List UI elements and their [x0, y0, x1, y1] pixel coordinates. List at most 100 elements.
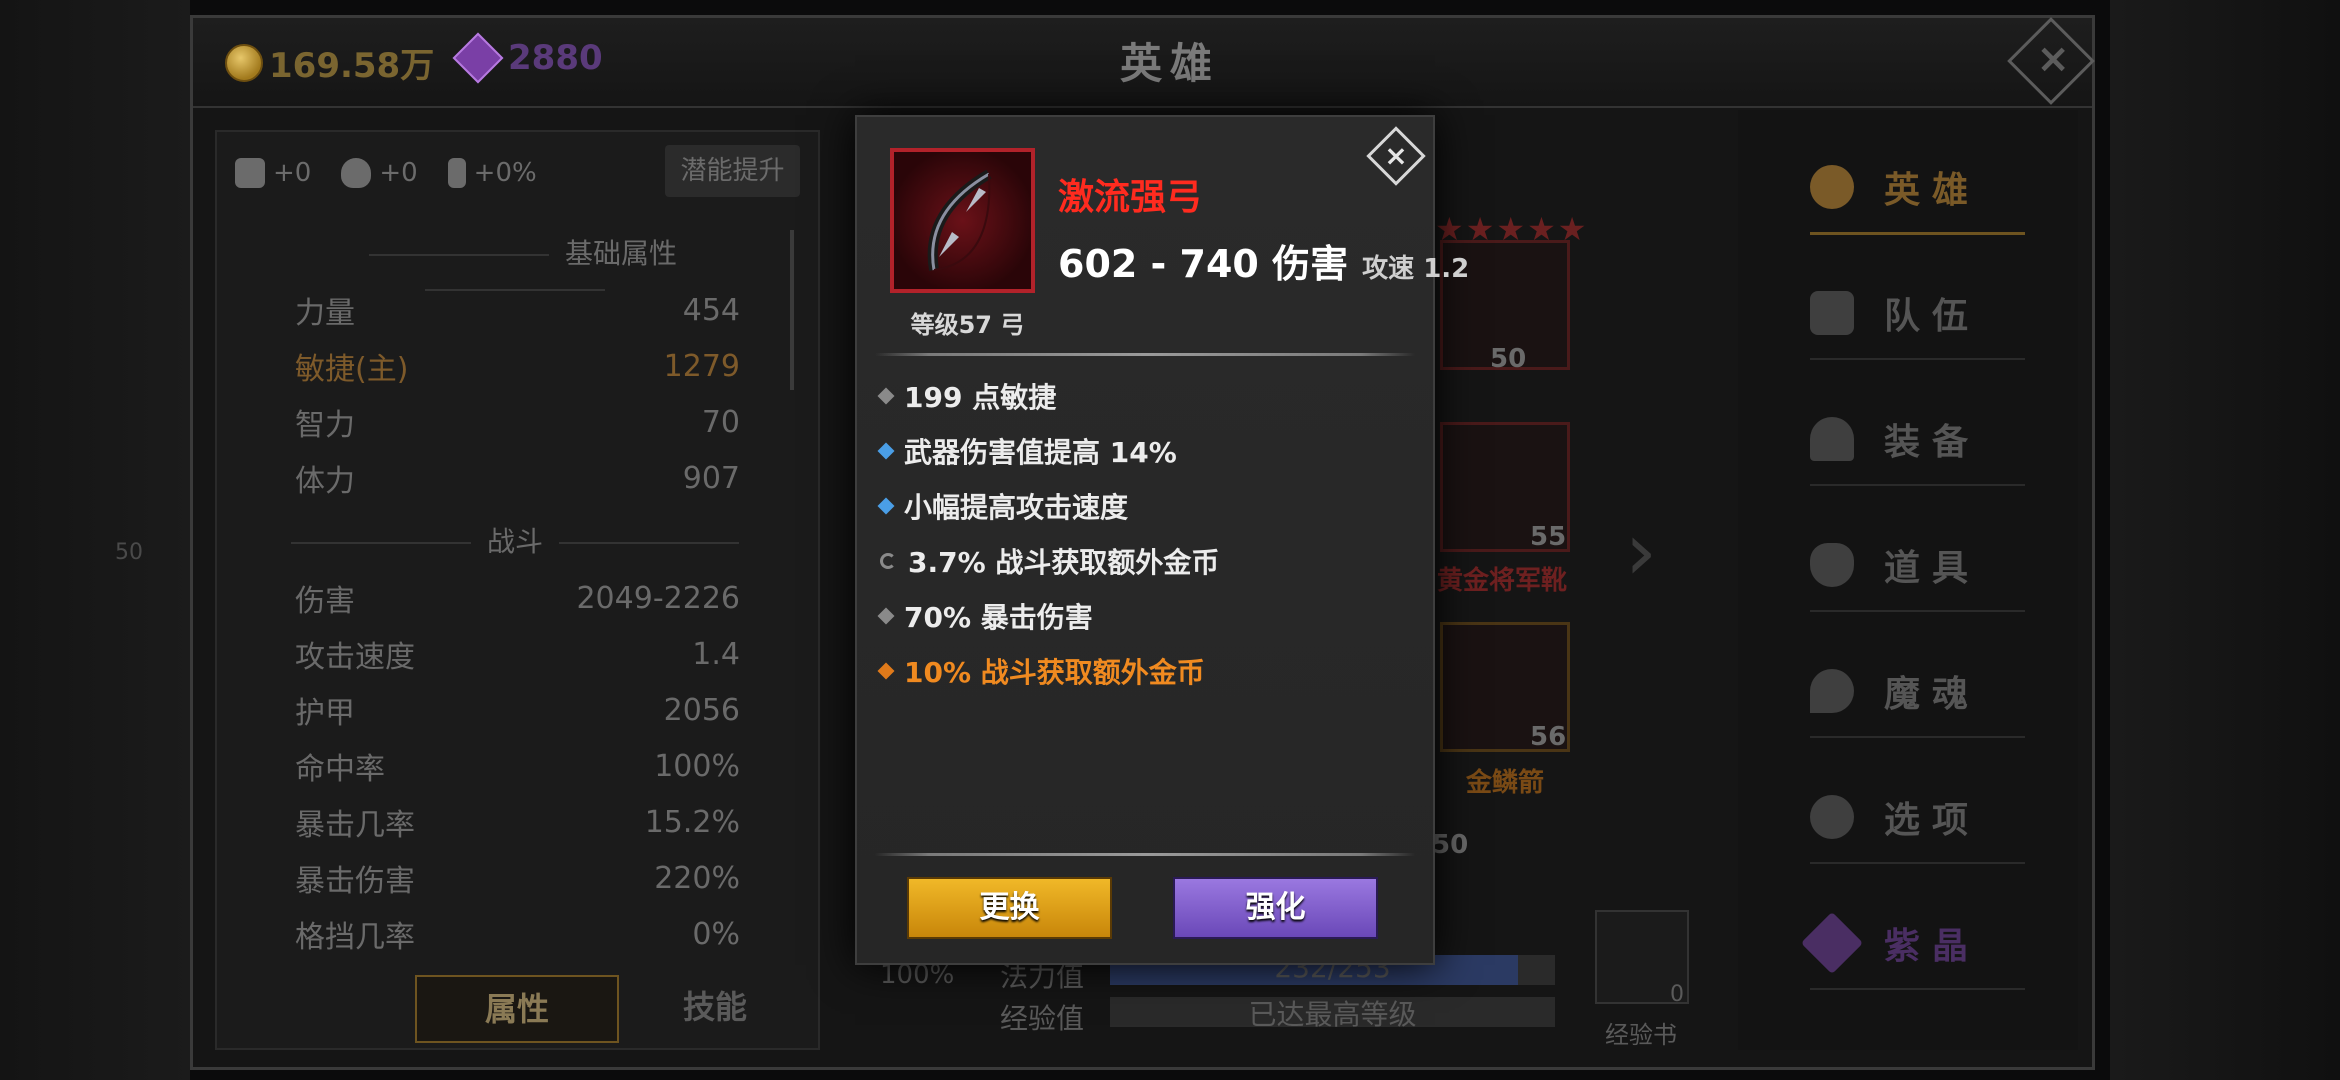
gold-value: 169.58万 — [269, 46, 435, 86]
close-icon: × — [2036, 35, 2070, 82]
stat-row-block-chance: 格挡几率 0% — [295, 906, 740, 962]
stat-value: 454 — [682, 292, 740, 328]
item-damage: 602 - 740 伤害 — [1058, 242, 1349, 286]
nav-label: 选项 — [1884, 800, 1981, 841]
flame-icon — [1810, 669, 1854, 713]
nav-item-souls[interactable]: 魔魂 — [1810, 646, 2025, 738]
stat-row-stamina: 体力 907 — [295, 450, 740, 506]
nav-label: 紫晶 — [1884, 926, 1981, 967]
heart-icon — [341, 158, 372, 188]
enhance-button[interactable]: 强化 — [1173, 877, 1378, 939]
gold-counter: 169.58万 — [225, 38, 434, 87]
potential-upgrade-button[interactable]: 潜能提升 — [665, 145, 800, 197]
stat-row-armor: 护甲 2056 — [295, 682, 740, 738]
stat-label: 智力 — [295, 408, 355, 443]
potential-value: +0 — [379, 158, 418, 188]
stat-value: 15.2% — [644, 804, 740, 840]
orange-diamond-icon — [877, 662, 895, 680]
flag-icon — [1810, 291, 1854, 335]
nav-label: 装备 — [1884, 422, 1981, 463]
gem-counter: 2880 — [452, 32, 603, 84]
stat-row-intelligence: 智力 70 — [295, 394, 740, 450]
nav-item-options[interactable]: 选项 — [1810, 772, 2025, 864]
combat-header: 战斗 — [265, 520, 765, 560]
item-level: 等级57 弓 — [910, 311, 1025, 339]
stat-label: 护甲 — [295, 696, 355, 731]
potential-row: +0 +0 +0% — [235, 145, 537, 201]
helmet-icon — [1810, 417, 1854, 461]
blue-diamond-icon — [877, 497, 895, 515]
slot-level: 55 — [1530, 522, 1567, 552]
stat-row-strength: 力量 454 — [295, 282, 740, 338]
scene-right — [2110, 0, 2340, 1080]
stat-label: 敏捷(主) — [295, 352, 409, 387]
tab-skills[interactable]: 技能 — [660, 975, 770, 1039]
item-attribute: 武器伤害值提高 14% — [877, 431, 1177, 471]
nav-item-amethyst[interactable]: 紫晶 — [1800, 898, 2025, 990]
attribute-text: 武器伤害值提高 14% — [904, 436, 1177, 469]
bag-icon — [1810, 543, 1854, 587]
stat-label: 攻击速度 — [295, 640, 415, 675]
stat-label: 暴击伤害 — [295, 864, 415, 899]
item-speed: 攻速 1.2 — [1362, 248, 1469, 285]
nav-label: 队伍 — [1884, 296, 1981, 337]
partial-number: 50 — [1432, 830, 1469, 860]
stat-label: 格挡几率 — [295, 920, 415, 955]
nav-item-team[interactable]: 队伍 — [1810, 268, 2025, 360]
strength-arm-icon — [235, 158, 265, 188]
stat-label: 力量 — [295, 296, 355, 331]
next-arrow-icon[interactable]: › — [1625, 505, 1657, 598]
potential-strength: +0 — [235, 158, 311, 188]
stat-label: 暴击几率 — [295, 808, 415, 843]
exp-value: 已达最高等级 — [1248, 998, 1417, 1031]
potential-value: +0% — [473, 158, 537, 188]
bow-item-icon — [890, 148, 1035, 293]
nav-item-equipment[interactable]: 装备 — [1810, 394, 2025, 486]
tab-attributes[interactable]: 属性 — [415, 975, 619, 1043]
bow-icon — [927, 169, 992, 271]
item-attribute-legendary: 10% 战斗获取额外金币 — [877, 651, 1205, 691]
item-damage-row: 602 - 740 伤害 攻速 1.2 — [1058, 233, 1469, 288]
slot-name: 金鳞箭 — [1466, 768, 1545, 798]
cycle-icon — [880, 553, 896, 569]
stat-value: 907 — [682, 460, 740, 496]
page-title: 英雄 — [1119, 39, 1220, 88]
divider — [875, 853, 1415, 856]
stat-value: 2049-2226 — [576, 580, 740, 616]
nav-label: 英雄 — [1884, 170, 1981, 211]
scene-level: 50 — [115, 540, 143, 565]
stat-label: 体力 — [295, 464, 355, 499]
potential-speed: +0% — [447, 158, 537, 188]
divider — [875, 353, 1415, 356]
crystal-icon — [1800, 911, 1864, 975]
nav-item-heroes[interactable]: 英雄 — [1810, 142, 2025, 235]
item-attribute: 小幅提高攻击速度 — [877, 486, 1129, 526]
attribute-text: 10% 战斗获取额外金币 — [904, 656, 1205, 689]
attribute-text: 小幅提高攻击速度 — [904, 491, 1129, 524]
gear-icon — [1810, 795, 1854, 839]
gold-coin-icon — [225, 43, 263, 82]
stat-value: 70 — [701, 404, 740, 440]
item-attribute: 70% 暴击伤害 — [877, 596, 1093, 636]
item-attribute: 199 点敏捷 — [877, 376, 1056, 416]
stat-row-attack-speed: 攻击速度 1.4 — [295, 626, 740, 682]
attribute-text: 70% 暴击伤害 — [904, 601, 1093, 634]
stat-value: 100% — [654, 748, 740, 784]
blue-diamond-icon — [877, 442, 895, 460]
stat-row-damage: 伤害 2049-2226 — [295, 570, 740, 626]
close-icon: × — [1384, 139, 1408, 172]
gray-diamond-icon — [877, 387, 895, 405]
stat-row-crit-damage: 暴击伤害 220% — [295, 850, 740, 906]
nav-item-items[interactable]: 道具 — [1810, 520, 2025, 612]
stat-value: 0% — [692, 916, 740, 952]
lightning-icon — [447, 158, 466, 188]
stats-scrollbar[interactable] — [790, 230, 794, 390]
swap-button[interactable]: 更换 — [907, 877, 1112, 939]
stat-row-agility: 敏捷(主) 1279 — [295, 338, 740, 394]
exp-book-label: 经验书 — [1605, 1021, 1677, 1049]
heroes-icon — [1810, 165, 1854, 209]
nav-label: 魔魂 — [1884, 674, 1981, 715]
nav-label: 道具 — [1884, 548, 1981, 589]
exp-book-count: 0 — [1670, 982, 1684, 1007]
stat-value: 220% — [654, 860, 740, 896]
